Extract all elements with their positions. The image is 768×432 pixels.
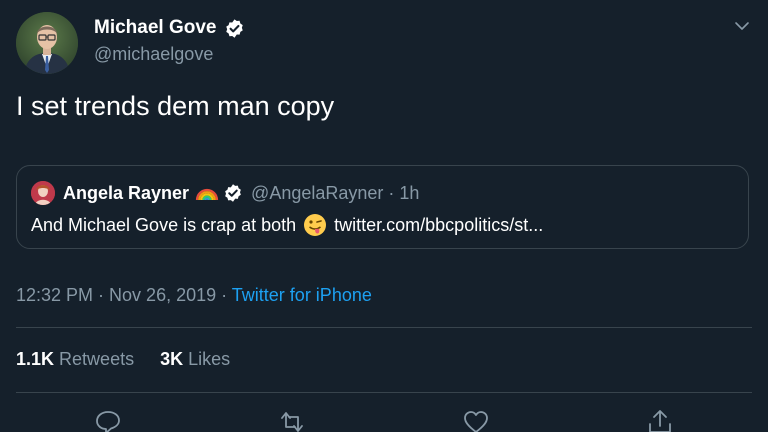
author-handle[interactable]: @michaelgove [94, 44, 213, 65]
likes-label: Likes [188, 349, 231, 369]
quoted-author-handle: @AngelaRayner [251, 182, 384, 203]
meta-separator-2: · [216, 285, 232, 305]
tweet-stats: 1.1K Retweets 3K Likes [16, 349, 230, 370]
likes-stat[interactable]: 3K Likes [160, 349, 230, 370]
verified-badge-icon [225, 18, 243, 38]
tweet-meta: 12:32 PM · Nov 26, 2019 · Twitter for iP… [16, 285, 372, 306]
tweet-time[interactable]: 12:32 PM [16, 285, 93, 305]
quoted-tweet-link[interactable]: twitter.com/bbcpolitics/st... [334, 215, 543, 236]
quoted-author-name: Angela Rayner [63, 182, 190, 203]
reply-icon[interactable] [94, 408, 122, 432]
retweets-label: Retweets [59, 349, 135, 369]
tweet-text: I set trends dem man copy [16, 91, 335, 121]
quoted-author-avatar [31, 181, 55, 205]
quoted-text-body: And Michael Gove is crap at both [31, 214, 297, 235]
divider [16, 327, 752, 328]
quoted-time: 1h [399, 182, 420, 203]
quoted-tweet-header: Angela Rayner @AngelaRayner · 1h [31, 181, 419, 205]
winking-face-with-tongue-icon [304, 214, 327, 236]
tweet: Michael Gove @michaelgove I set trends d… [0, 0, 768, 432]
meta-separator: · [93, 285, 110, 305]
quoted-tweet-text: And Michael Gove is crap at both twitter… [31, 213, 543, 237]
quoted-tweet[interactable]: Angela Rayner @AngelaRayner · 1h And Mic… [16, 165, 749, 249]
retweet-icon[interactable] [278, 408, 306, 432]
rainbow-icon [195, 188, 219, 201]
retweets-count: 1.1K [16, 349, 55, 369]
divider [16, 392, 752, 393]
author-name[interactable]: Michael Gove [94, 17, 217, 39]
retweets-stat[interactable]: 1.1K Retweets [16, 349, 134, 370]
verified-badge-icon [225, 184, 241, 202]
author-name-row[interactable]: Michael Gove [94, 17, 245, 39]
author-avatar[interactable] [16, 12, 78, 74]
tweet-source[interactable]: Twitter for iPhone [232, 285, 372, 305]
like-icon[interactable] [462, 408, 490, 432]
tweet-date[interactable]: Nov 26, 2019 [109, 285, 216, 305]
likes-count: 3K [160, 349, 184, 369]
share-icon[interactable] [646, 408, 674, 432]
quoted-separator: · [388, 182, 395, 203]
chevron-down-icon[interactable] [734, 18, 750, 34]
